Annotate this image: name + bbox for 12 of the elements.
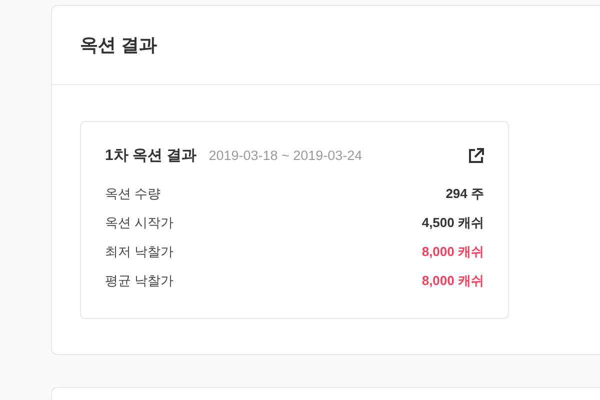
row-value: 8,000 캐쉬 xyxy=(422,272,484,290)
card-title: 1차 옥션 결과 xyxy=(105,146,197,165)
row-label: 최저 낙찰가 xyxy=(105,242,174,260)
panel-title: 옥션 결과 xyxy=(80,34,158,57)
row-value: 294 주 xyxy=(446,184,484,202)
external-link-icon[interactable] xyxy=(468,148,484,164)
row-value: 8,000 캐쉬 xyxy=(422,242,484,260)
row-label: 평균 낙찰가 xyxy=(105,272,174,290)
row-label: 옥션 수량 xyxy=(105,184,161,202)
period-text: 2019-03-18 ~ 2019-03-24 xyxy=(208,148,362,163)
row-label: 옥션 시작가 xyxy=(105,214,174,232)
row-value: 4,500 캐쉬 xyxy=(422,214,484,232)
